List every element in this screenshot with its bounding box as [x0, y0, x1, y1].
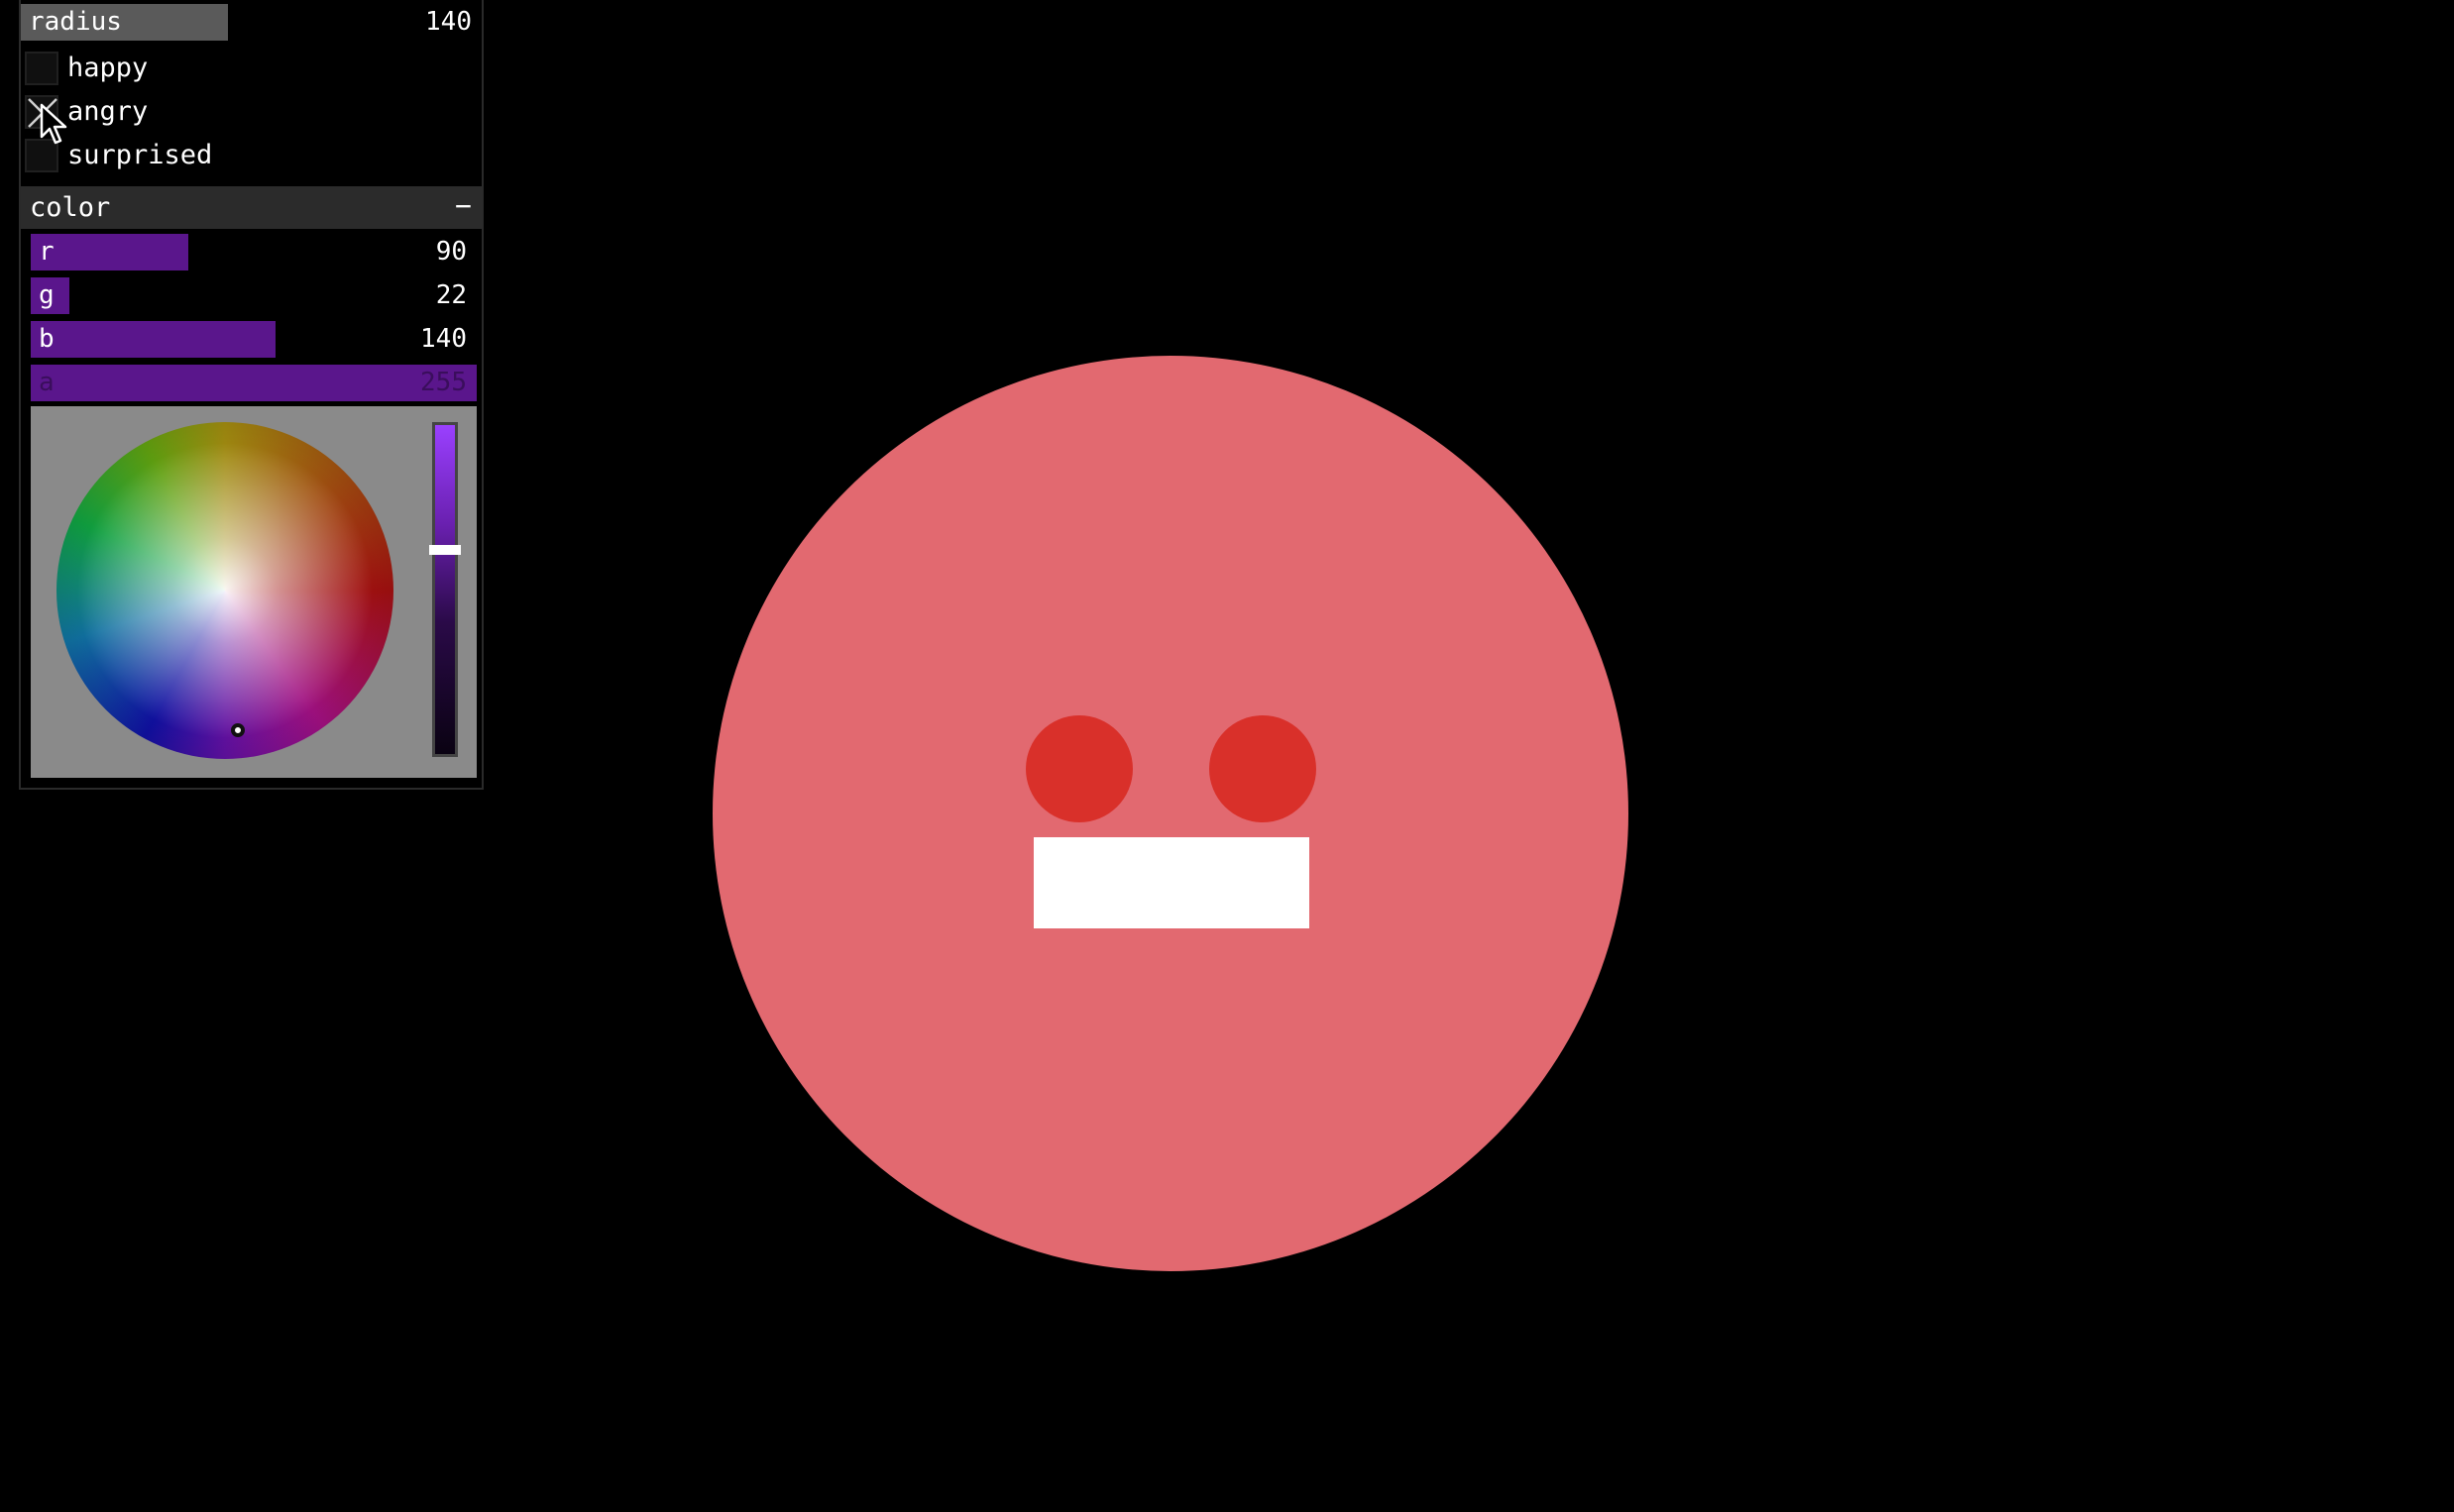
left-eye — [1026, 715, 1133, 822]
a-slider-value: 255 — [420, 368, 467, 397]
g-slider-label: g — [39, 280, 55, 310]
brightness-slider[interactable] — [429, 422, 461, 757]
b-slider[interactable]: b 140 — [31, 321, 477, 358]
r-slider[interactable]: r 90 — [31, 234, 477, 270]
a-slider[interactable]: a 255 — [31, 365, 477, 401]
happy-checkbox[interactable] — [25, 52, 58, 85]
color-picker — [31, 406, 477, 778]
color-group-header[interactable]: color − — [21, 186, 482, 229]
a-slider-fill — [31, 365, 477, 401]
face-circle — [713, 356, 1628, 1271]
b-slider-fill — [31, 321, 277, 358]
g-slider[interactable]: g 22 — [31, 277, 477, 314]
gui-panel: radius 140 happy angry surprised color −… — [21, 0, 482, 788]
right-eye — [1209, 715, 1316, 822]
toggle-angry[interactable]: angry — [21, 92, 457, 132]
r-slider-fill — [31, 234, 188, 270]
color-group-title: color — [30, 192, 111, 223]
g-slider-value: 22 — [435, 280, 467, 310]
color-wheel-shade — [56, 422, 393, 759]
a-slider-label: a — [39, 368, 55, 397]
happy-label: happy — [67, 53, 149, 83]
collapse-icon[interactable]: − — [455, 186, 472, 226]
color-wheel-marker[interactable] — [231, 723, 245, 737]
brightness-slider-handle[interactable] — [429, 545, 461, 556]
b-slider-label: b — [39, 324, 55, 354]
radius-slider-label: radius — [29, 7, 122, 37]
toggle-surprised[interactable]: surprised — [21, 136, 457, 175]
toggle-happy[interactable]: happy — [21, 49, 457, 88]
radius-slider[interactable]: radius 140 — [21, 4, 482, 41]
color-wheel[interactable] — [56, 422, 393, 759]
angry-label: angry — [67, 96, 149, 127]
r-slider-value: 90 — [435, 237, 467, 267]
radius-slider-value: 140 — [425, 7, 472, 37]
mouse-cursor-icon — [40, 103, 67, 145]
r-slider-label: r — [39, 237, 55, 267]
b-slider-value: 140 — [420, 324, 467, 354]
mouth — [1034, 837, 1309, 928]
surprised-label: surprised — [67, 140, 213, 170]
